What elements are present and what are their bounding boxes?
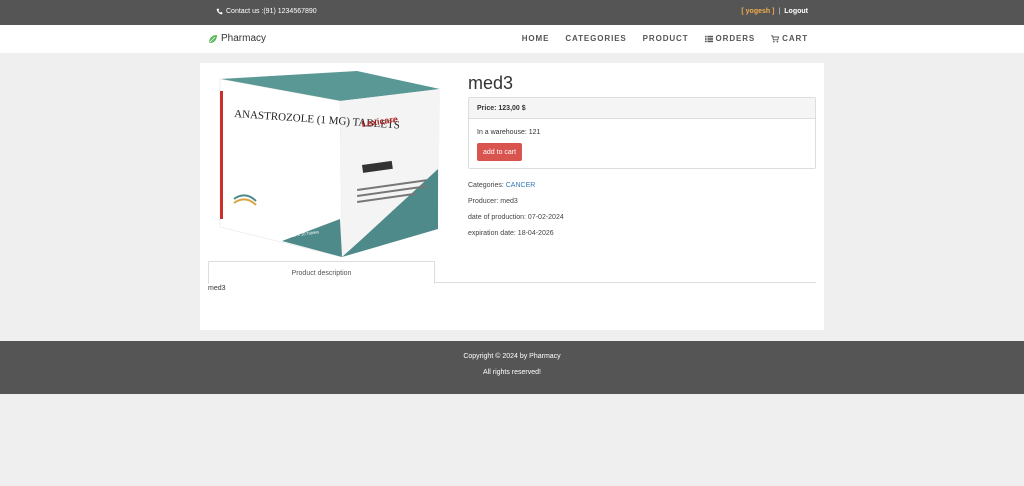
product-title: med3: [468, 73, 514, 93]
logout-link[interactable]: Logout: [784, 8, 808, 15]
phone-icon: [216, 8, 223, 15]
categories-label: Categories:: [468, 182, 504, 189]
nav-product-label: PRODUCT: [642, 34, 689, 43]
list-icon: [704, 35, 713, 42]
cart-icon: [771, 34, 780, 42]
product-image: ANASTROZOLE (1 MG) TABLETS Lexicare 10 X…: [219, 71, 440, 258]
product-panel: ANASTROZOLE (1 MG) TABLETS Lexicare 10 X…: [200, 63, 824, 330]
user-link[interactable]: [ yogesh ]: [741, 8, 774, 15]
nav-orders-label: ORDERS: [715, 34, 756, 43]
warehouse-stock: In a warehouse: 121: [477, 129, 541, 136]
add-to-cart-button[interactable]: add to cart: [477, 143, 523, 161]
nav-cart[interactable]: CART: [771, 34, 808, 43]
footer: Copyright © 2024 by Pharmacy All rights …: [0, 341, 1024, 394]
category-link[interactable]: CANCER: [506, 182, 536, 189]
navbar: Pharmacy HOME CATEGORIES PRODUCT ORDERS …: [0, 25, 1024, 53]
contact-text: Contact us :(91) 1234567890: [226, 8, 317, 15]
rights-text: All rights reserved!: [483, 369, 541, 376]
contact-info: Contact us :(91) 1234567890: [216, 8, 317, 15]
nav-product[interactable]: PRODUCT: [643, 34, 689, 43]
copyright-text: Copyright © 2024 by Pharmacy: [463, 353, 561, 360]
nav-orders[interactable]: ORDERS: [704, 34, 756, 43]
nav-home[interactable]: HOME: [522, 34, 550, 43]
categories-row: Categories: CANCER: [468, 182, 535, 189]
product-description: med3: [208, 285, 226, 292]
nav-categories[interactable]: CATEGORIES: [565, 34, 626, 43]
price-label: Price: 123,00 $: [469, 98, 815, 119]
nav-categories-label: CATEGORIES: [565, 34, 627, 43]
producer: Producer: med3: [468, 198, 518, 205]
account-area: [ yogesh ] | Logout: [741, 8, 808, 15]
nav-cart-label: CART: [782, 34, 808, 43]
leaf-icon: [209, 34, 217, 43]
price-box: Price: 123,00 $ In a warehouse: 121 add …: [468, 97, 816, 169]
expiration-date: expiration date: 18-04-2026: [468, 230, 554, 237]
production-date: date of production: 07-02-2024: [468, 214, 564, 221]
product-tabs: Product description: [208, 261, 816, 284]
brand-link[interactable]: Pharmacy: [208, 33, 266, 44]
main-menu: HOME CATEGORIES PRODUCT ORDERS CART: [522, 34, 808, 43]
tab-product-description[interactable]: Product description: [208, 261, 435, 284]
nav-home-label: HOME: [521, 34, 550, 43]
separator: |: [778, 8, 781, 15]
brand-name: Pharmacy: [221, 33, 267, 44]
top-bar: Contact us :(91) 1234567890 [ yogesh ] |…: [0, 0, 1024, 25]
